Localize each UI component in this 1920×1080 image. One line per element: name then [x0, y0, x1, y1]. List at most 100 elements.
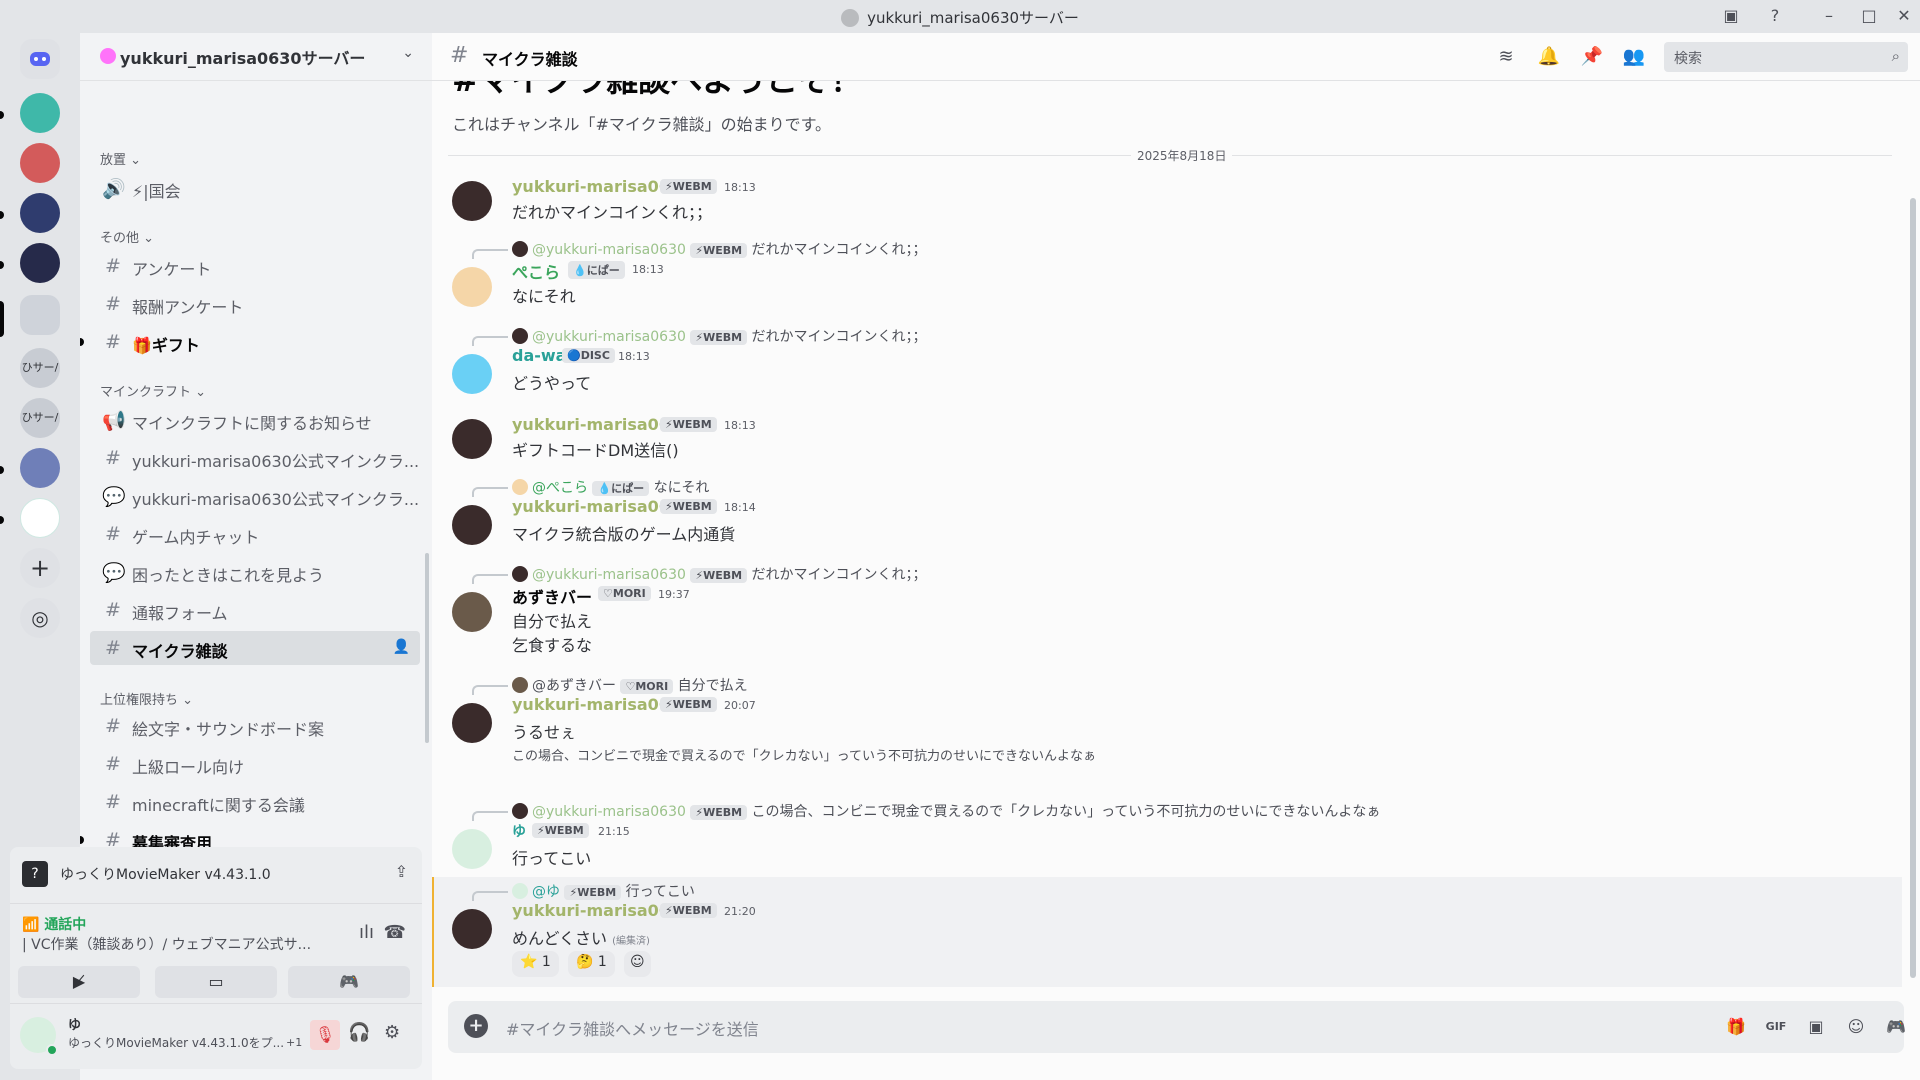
message[interactable]: yukkuri-marisa0630 ⚡WEBM 18:13 だれかマインコイン… [432, 175, 1892, 229]
username[interactable]: ぺこら [512, 259, 560, 283]
message[interactable]: @yukkuri-marisa0630 ⚡WEBM だれかマインコインくれ；； … [432, 326, 1892, 398]
channel-senior[interactable]: # 上級ロール向け [90, 747, 420, 781]
maximize-icon[interactable]: □ [1858, 6, 1880, 26]
avatar[interactable] [452, 592, 492, 632]
screen-share-button[interactable]: ▭ [155, 966, 277, 998]
inbox-icon[interactable]: ▣ [1720, 6, 1742, 26]
avatar[interactable] [452, 505, 492, 545]
message[interactable]: @ゆ ⚡WEBM 行ってこい yukkuri-marisa0630 ⚡WEBM … [432, 881, 1892, 985]
server-icon[interactable] [20, 93, 60, 133]
reply-preview[interactable]: @あずきバー ♡MORI 自分で払え [512, 675, 748, 695]
reply-preview[interactable]: @ゆ ⚡WEBM 行ってこい [512, 881, 695, 901]
category-minecraft[interactable]: マインクラフト ⌄ [100, 381, 206, 400]
message-input[interactable]: #マイクラ雑談へメッセージを送信 [506, 1016, 759, 1040]
server-icon[interactable] [20, 143, 60, 183]
channel-ingame[interactable]: # ゲーム内チャット [90, 517, 420, 551]
channel-report[interactable]: # 通報フォーム [90, 593, 420, 627]
mute-button[interactable]: 🎙 [310, 1020, 340, 1050]
user-status: ゆっくりMovieMaker v4.43.1.0をプ... [68, 1036, 285, 1050]
avatar[interactable] [452, 354, 492, 394]
username[interactable]: da-wa [512, 346, 566, 365]
reply-preview[interactable]: @yukkuri-marisa0630 ⚡WEBM だれかマインコインくれ；； [512, 239, 927, 259]
threads-icon[interactable]: ≋ [1494, 45, 1518, 69]
voice-channel-name[interactable]: | VC作業（雑談あり）/ ウェブマニア公式サ... [22, 934, 342, 954]
reply-preview[interactable]: @yukkuri-marisa0630 ⚡WEBM だれかマインコインくれ；； [512, 326, 927, 346]
add-server-icon[interactable]: + [20, 548, 60, 588]
channel-mc-official-2[interactable]: 💬 yukkuri-marisa0630公式マインクラ... [90, 479, 420, 513]
message[interactable]: @yukkuri-marisa0630 ⚡WEBM だれかマインコインくれ；； … [432, 239, 1892, 311]
channel-enquete[interactable]: # アンケート [90, 249, 420, 283]
reaction[interactable]: 🤔 1 [568, 951, 615, 977]
app-icon: ? [22, 861, 48, 887]
gear-icon[interactable]: ⚙ [384, 1022, 400, 1043]
discord-home-icon[interactable] [20, 39, 60, 79]
sticker-icon[interactable]: ▣ [1804, 1015, 1828, 1039]
avatar[interactable] [452, 909, 492, 949]
server-icon[interactable] [20, 448, 60, 488]
avatar[interactable] [452, 703, 492, 743]
username[interactable]: あずきバー [512, 584, 592, 608]
activity-button[interactable]: 🎮 [288, 966, 410, 998]
message-scrollbar[interactable] [1910, 198, 1916, 978]
reply-preview[interactable]: @ぺこら 💧にぱー なにそれ [512, 477, 709, 497]
gif-icon[interactable]: GIF [1764, 1015, 1788, 1039]
channel-housyu[interactable]: # 報酬アンケート [90, 287, 420, 321]
reply-preview[interactable]: @yukkuri-marisa0630 ⚡WEBM この場合、コンビニで現金で買… [512, 801, 1380, 821]
category-houchi[interactable]: 放置 ⌄ [100, 149, 141, 168]
message[interactable]: @yukkuri-marisa0630 ⚡WEBM この場合、コンビニで現金で買… [432, 801, 1892, 873]
apps-icon[interactable]: 🎮 [1884, 1015, 1908, 1039]
avatar[interactable] [452, 419, 492, 459]
bell-icon[interactable]: 🔔 [1537, 45, 1561, 69]
minimize-icon[interactable]: – [1818, 6, 1840, 26]
members-icon[interactable]: 👥 [1622, 45, 1646, 69]
add-reaction-button[interactable]: ☺ [624, 951, 651, 977]
message[interactable]: yukkuri-marisa0630 ⚡WEBM 18:13 ギフトコードDM送… [432, 413, 1892, 467]
emoji-icon[interactable]: ☺ [1844, 1015, 1868, 1039]
channel-zatsudan[interactable]: # マイクラ雑談 👤 [90, 631, 420, 665]
disconnect-icon[interactable]: ☎ [384, 922, 406, 943]
hash-icon: # [105, 331, 121, 353]
message[interactable]: @あずきバー ♡MORI 自分で払え yukkuri-marisa0630 ⚡W… [432, 675, 1892, 767]
add-attachment-icon[interactable]: + [464, 1014, 488, 1038]
timestamp: 19:37 [658, 588, 690, 601]
search-input[interactable]: 検索 ⌕ [1664, 42, 1908, 72]
server-icon[interactable] [20, 498, 60, 538]
avatar[interactable] [452, 829, 492, 869]
server-icon[interactable] [20, 193, 60, 233]
camera-off-button[interactable]: ▶̸ [18, 966, 140, 998]
username[interactable]: ゆ [512, 821, 526, 841]
help-icon[interactable]: ? [1764, 6, 1786, 26]
server-header[interactable]: yukkuri_marisa0630サーバー ⌄ [80, 33, 432, 81]
sidebar-scrollbar[interactable] [425, 553, 429, 743]
discover-icon[interactable]: ◎ [20, 598, 60, 638]
pin-icon[interactable]: 📌 [1580, 45, 1604, 69]
message[interactable]: @yukkuri-marisa0630 ⚡WEBM だれかマインコインくれ；； … [432, 564, 1892, 658]
category-sonota[interactable]: その他 ⌄ [100, 227, 154, 246]
reaction[interactable]: ⭐ 1 [512, 951, 559, 977]
reply-preview[interactable]: @yukkuri-marisa0630 ⚡WEBM だれかマインコインくれ；； [512, 564, 927, 584]
channel-kokkai[interactable]: 🔊 ⚡|国会 [90, 171, 420, 205]
channel-help[interactable]: 💬 困ったときはこれを見よう [90, 555, 420, 589]
channel-mc-meeting[interactable]: # minecraftに関する会議 [90, 785, 420, 819]
stream-icon[interactable]: ⇪ [395, 862, 408, 881]
category-joui[interactable]: 上位権限持ち ⌄ [100, 689, 193, 708]
headphones-icon[interactable]: 🎧 [348, 1022, 370, 1043]
server-folder[interactable]: ひサー/ [20, 348, 60, 388]
chevron-down-icon: ⌄ [402, 45, 414, 61]
channel-mc-news[interactable]: 📢 マインクラフトに関するお知らせ [90, 403, 420, 437]
close-icon[interactable]: ✕ [1893, 6, 1915, 26]
gift-icon[interactable]: 🎁 [1724, 1015, 1748, 1039]
server-icon[interactable] [20, 243, 60, 283]
server-folder[interactable]: ひサー/ [20, 398, 60, 438]
channel-gift[interactable]: # 🎁ギフト [80, 325, 420, 359]
message[interactable]: @ぺこら 💧にぱー なにそれ yukkuri-marisa0630 ⚡WEBM … [432, 477, 1892, 549]
noise-suppression-icon[interactable]: ılı [359, 922, 374, 943]
channel-emoji[interactable]: # 絵文字・サウンドボード案 [90, 709, 420, 743]
channel-mc-official-1[interactable]: # yukkuri-marisa0630公式マインクラ... [90, 441, 420, 475]
message-composer[interactable]: + #マイクラ雑談へメッセージを送信 🎁 GIF ▣ ☺ 🎮 [448, 1001, 1906, 1053]
avatar[interactable] [452, 267, 492, 307]
avatar[interactable] [452, 181, 492, 221]
thinking-emoji-icon: 🤔 [576, 954, 598, 970]
server-icon[interactable] [20, 295, 60, 335]
add-member-icon[interactable]: 👤 [393, 639, 410, 655]
